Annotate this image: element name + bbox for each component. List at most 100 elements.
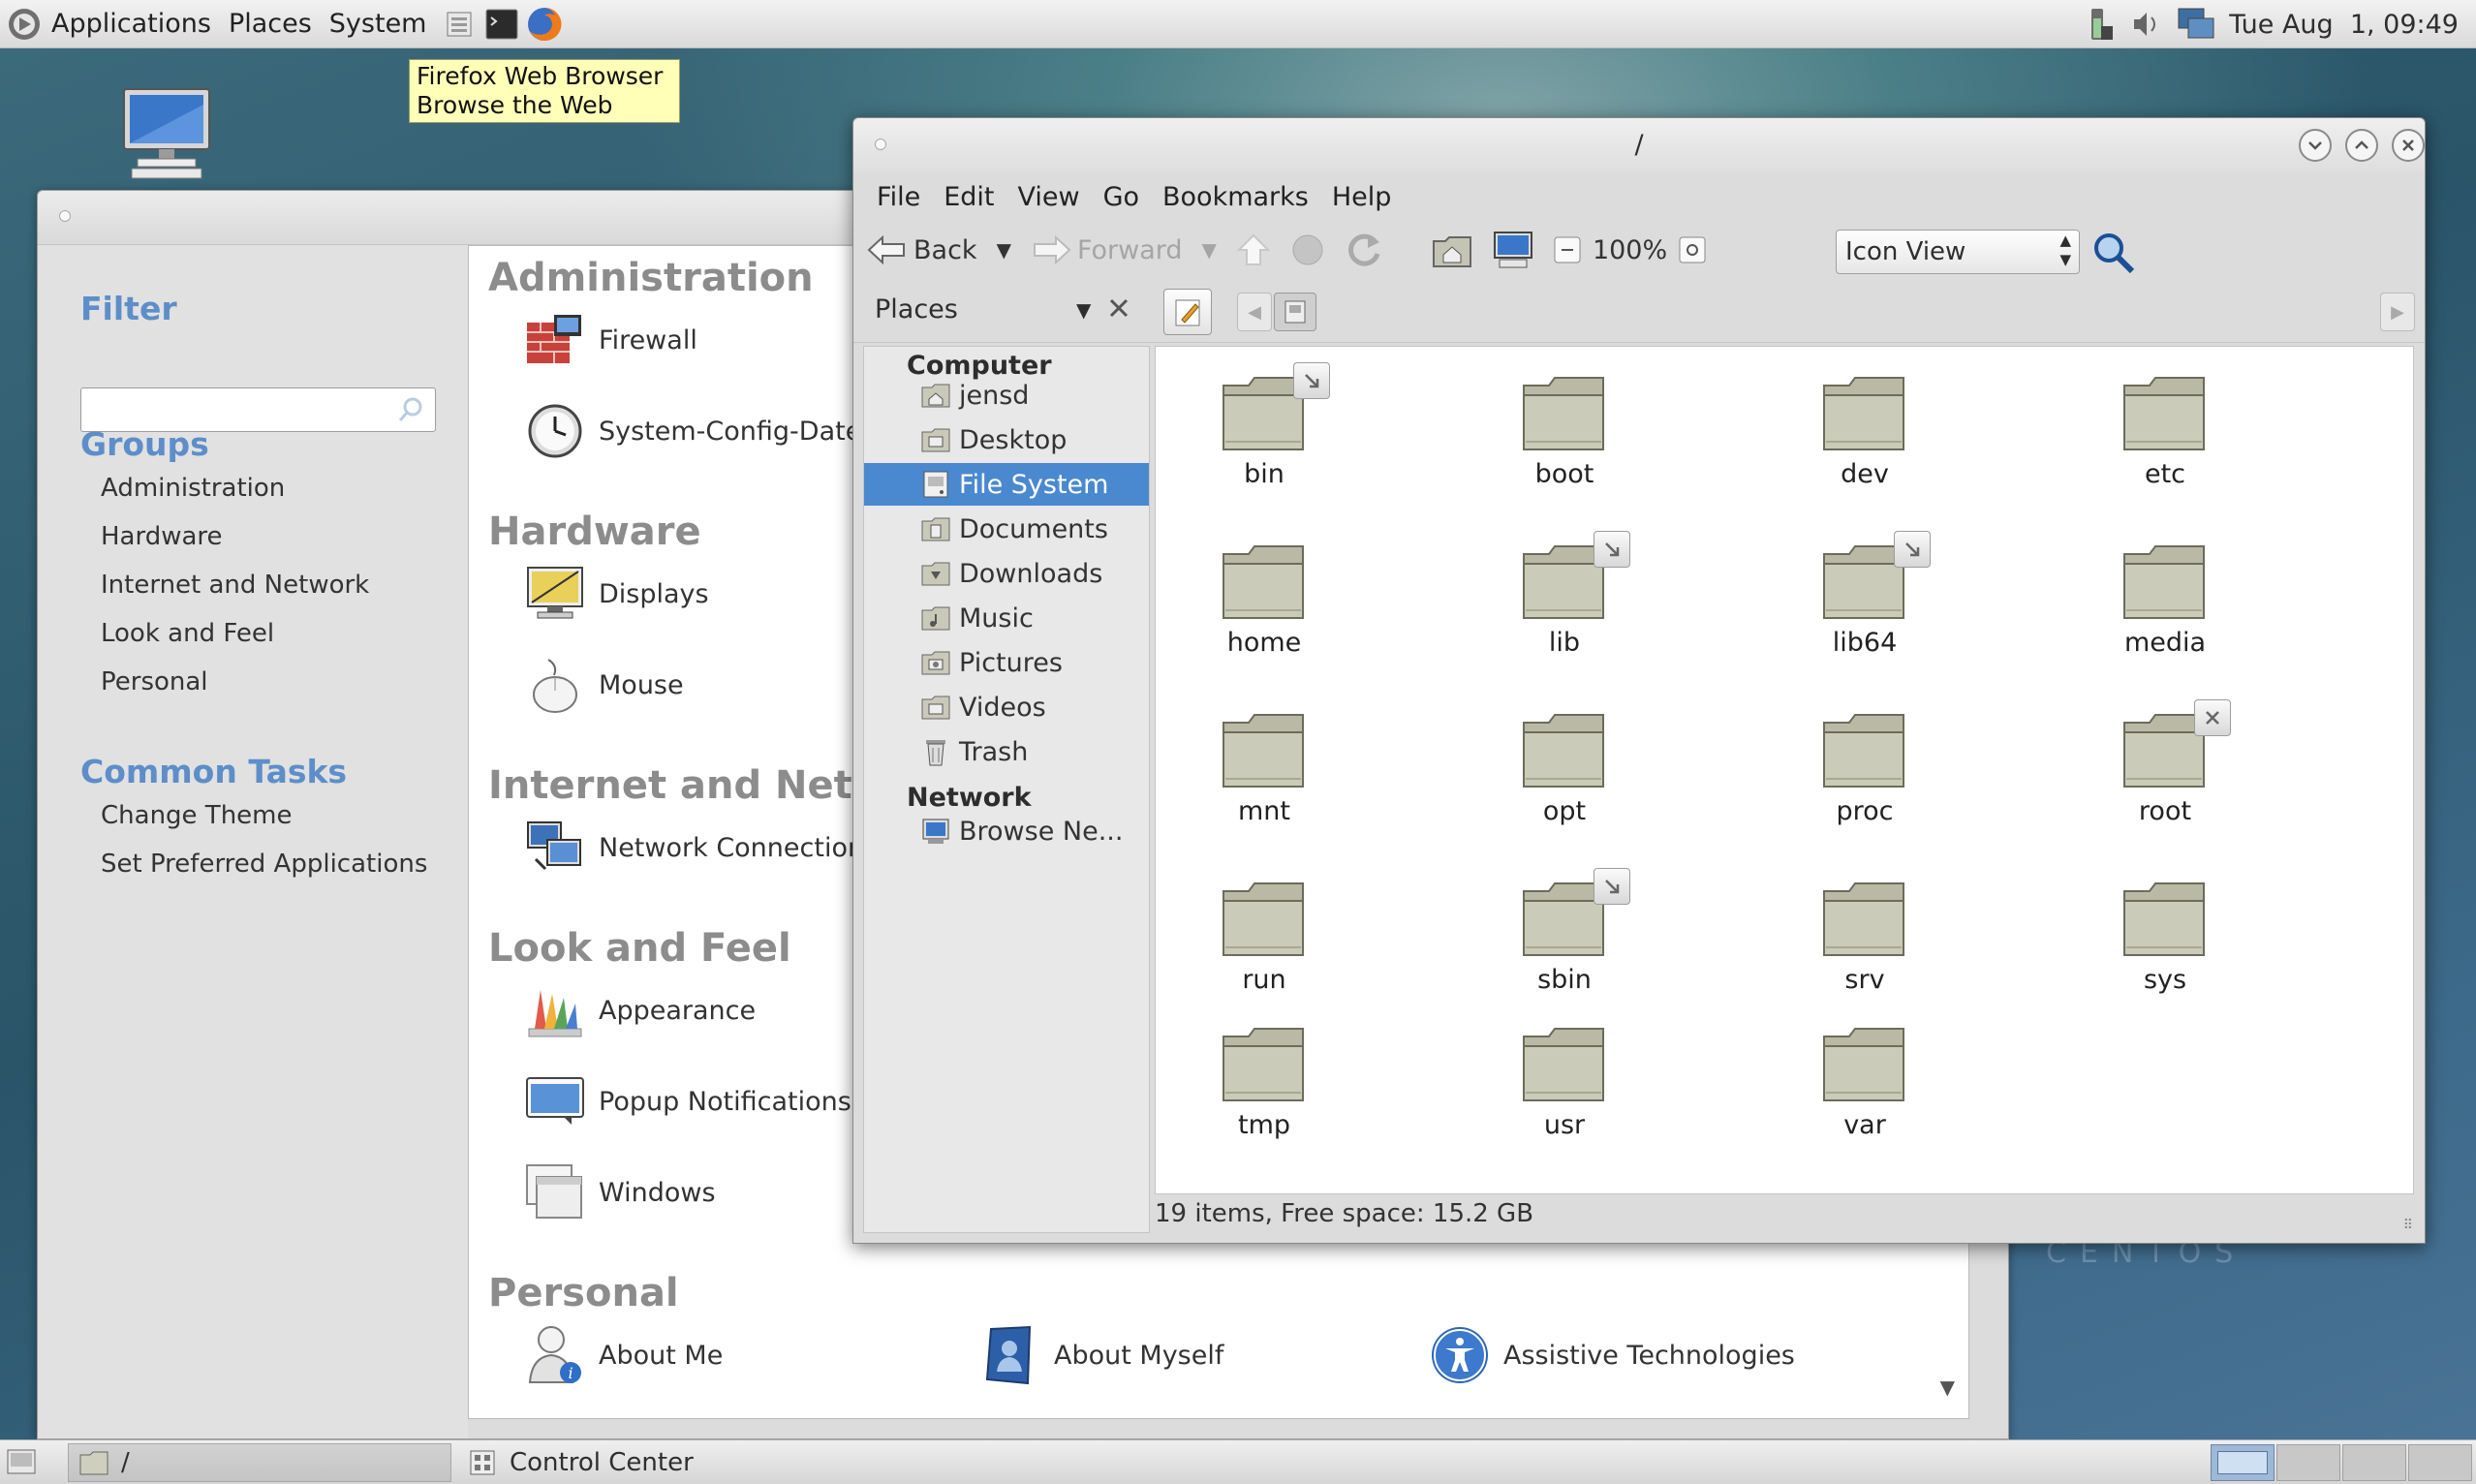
volume-icon[interactable] bbox=[2130, 8, 2163, 41]
folder-item[interactable]: dev bbox=[1778, 358, 1952, 489]
close-sidebar-icon[interactable] bbox=[1107, 296, 1130, 320]
group-hardware-link[interactable]: Hardware bbox=[101, 522, 223, 551]
edit-location-button[interactable] bbox=[1163, 289, 1212, 335]
file-menu[interactable]: File bbox=[865, 182, 932, 212]
workspace-1[interactable] bbox=[2211, 1444, 2275, 1481]
window-menu-dot[interactable] bbox=[59, 210, 71, 222]
path-root-button[interactable] bbox=[1274, 293, 1316, 331]
help-menu[interactable]: Help bbox=[1320, 182, 1404, 212]
zoom-in-button[interactable] bbox=[1679, 236, 1706, 263]
window-menu-dot[interactable] bbox=[875, 139, 886, 150]
assistive-technologies-item[interactable]: Assistive Technologies bbox=[1428, 1323, 1795, 1387]
mouse-item[interactable]: Mouse bbox=[523, 653, 684, 717]
sidebar-item-jensd[interactable]: jensd bbox=[864, 374, 1149, 417]
sidebar-item-documents[interactable]: Documents bbox=[864, 508, 1149, 550]
minimize-button[interactable] bbox=[2299, 129, 2332, 162]
folder-item[interactable]: var bbox=[1778, 1009, 1952, 1140]
computer-desktop-icon[interactable] bbox=[116, 85, 217, 182]
terminal-launcher-icon[interactable] bbox=[483, 6, 520, 43]
folder-item[interactable]: etc bbox=[2078, 358, 2252, 489]
workspace-2[interactable] bbox=[2276, 1444, 2340, 1481]
reload-button[interactable] bbox=[1345, 231, 1383, 269]
places-menu[interactable]: Places bbox=[220, 0, 321, 48]
go-menu[interactable]: Go bbox=[1092, 182, 1151, 212]
folder-item[interactable]: run bbox=[1177, 864, 1351, 995]
file-manager-launcher-icon[interactable] bbox=[441, 6, 478, 43]
displays-item[interactable]: Displays bbox=[523, 562, 709, 626]
zoom-out-button[interactable] bbox=[1554, 236, 1581, 263]
centos-logo-icon[interactable] bbox=[6, 6, 43, 43]
group-internet-link[interactable]: Internet and Network bbox=[101, 571, 369, 600]
sidebar-item-desktop[interactable]: Desktop bbox=[864, 418, 1149, 461]
workspace-4[interactable] bbox=[2408, 1444, 2472, 1481]
places-dropdown-arrow-icon[interactable]: ▼ bbox=[1076, 298, 1091, 322]
appearance-item[interactable]: Appearance bbox=[523, 978, 756, 1042]
file-manager-titlebar[interactable]: / bbox=[853, 118, 2425, 172]
folder-item[interactable]: opt bbox=[1477, 696, 1652, 826]
sidebar-item-pictures[interactable]: Pictures bbox=[864, 641, 1149, 684]
folder-item[interactable]: srv bbox=[1778, 864, 1952, 995]
folder-item[interactable]: lib bbox=[1477, 527, 1652, 658]
sidebar-item-file-system[interactable]: File System bbox=[864, 463, 1149, 506]
taskbar-item-control-center[interactable]: Control Center bbox=[459, 1443, 847, 1482]
folder-item[interactable]: bin bbox=[1177, 358, 1351, 489]
battery-icon[interactable] bbox=[2078, 5, 2117, 44]
search-button[interactable] bbox=[2091, 231, 2138, 275]
edit-menu[interactable]: Edit bbox=[932, 182, 1006, 212]
clock[interactable]: Tue Aug 1, 09:49 bbox=[2229, 10, 2459, 40]
folder-item[interactable]: home bbox=[1177, 527, 1351, 658]
applications-menu[interactable]: Applications bbox=[43, 0, 220, 48]
firewall-item[interactable]: Firewall bbox=[523, 308, 697, 372]
network-status-icon[interactable] bbox=[2177, 7, 2215, 42]
maximize-button[interactable] bbox=[2345, 129, 2378, 162]
forward-history-dropdown[interactable]: ▼ bbox=[1202, 238, 1217, 262]
show-desktop-icon[interactable] bbox=[6, 1448, 37, 1477]
up-button[interactable] bbox=[1236, 232, 1271, 267]
forward-button[interactable]: Forward bbox=[1031, 233, 1183, 266]
windows-item[interactable]: Windows bbox=[523, 1160, 716, 1224]
about-me-item[interactable]: i About Me bbox=[523, 1323, 723, 1387]
sidebar-item-videos[interactable]: Videos bbox=[864, 686, 1149, 728]
folder-item[interactable]: proc bbox=[1778, 696, 1952, 826]
sidebar-item-music[interactable]: Music bbox=[864, 597, 1149, 639]
home-button[interactable] bbox=[1432, 232, 1472, 268]
folder-item[interactable]: mnt bbox=[1177, 696, 1351, 826]
network-connections-item[interactable]: Network Connections bbox=[523, 816, 878, 880]
group-administration-link[interactable]: Administration bbox=[101, 474, 285, 503]
path-scroll-right-button[interactable]: ▶ bbox=[2380, 293, 2415, 331]
folder-item[interactable]: usr bbox=[1477, 1009, 1652, 1140]
group-look-and-feel-link[interactable]: Look and Feel bbox=[101, 619, 274, 648]
close-button[interactable] bbox=[2392, 129, 2425, 162]
folder-item[interactable]: sbin bbox=[1477, 864, 1652, 995]
folder-item[interactable]: tmp bbox=[1177, 1009, 1351, 1140]
folder-icon bbox=[1223, 882, 1304, 956]
back-button[interactable]: Back bbox=[867, 233, 977, 266]
resize-grip-icon[interactable]: ⠿ bbox=[2403, 1218, 2413, 1233]
folder-item[interactable]: root bbox=[2078, 696, 2252, 826]
system-menu[interactable]: System bbox=[321, 0, 436, 48]
about-myself-item[interactable]: About Myself bbox=[978, 1323, 1223, 1387]
back-history-dropdown[interactable]: ▼ bbox=[997, 238, 1011, 262]
change-theme-link[interactable]: Change Theme bbox=[101, 801, 293, 830]
taskbar-item-file-manager[interactable]: / bbox=[68, 1443, 451, 1482]
sidebar-item-trash[interactable]: Trash bbox=[864, 730, 1149, 773]
sidebar-item-downloads[interactable]: Downloads bbox=[864, 552, 1149, 595]
computer-button[interactable] bbox=[1492, 231, 1534, 269]
popup-notifications-item[interactable]: Popup Notifications bbox=[523, 1069, 851, 1133]
folder-item[interactable]: media bbox=[2078, 527, 2252, 658]
view-mode-select[interactable]: Icon View ▲ ▼ bbox=[1836, 230, 2080, 274]
folder-item[interactable]: lib64 bbox=[1778, 527, 1952, 658]
group-personal-link[interactable]: Personal bbox=[101, 667, 208, 696]
firefox-launcher-icon[interactable] bbox=[526, 6, 563, 43]
folder-item[interactable]: boot bbox=[1477, 358, 1652, 489]
sidebar-item-browse-network[interactable]: Browse Ne... bbox=[864, 810, 1149, 852]
set-preferred-applications-link[interactable]: Set Preferred Applications bbox=[101, 850, 427, 879]
scroll-down-arrow-icon[interactable]: ▼ bbox=[1940, 1376, 1955, 1399]
bookmarks-menu[interactable]: Bookmarks bbox=[1151, 182, 1320, 212]
system-config-date-item[interactable]: System-Config-Date bbox=[523, 399, 861, 463]
folder-item[interactable]: sys bbox=[2078, 864, 2252, 995]
workspace-3[interactable] bbox=[2342, 1444, 2406, 1481]
path-scroll-left-button[interactable]: ◀ bbox=[1237, 293, 1272, 331]
view-menu[interactable]: View bbox=[1006, 182, 1091, 212]
stop-button[interactable] bbox=[1290, 232, 1325, 267]
